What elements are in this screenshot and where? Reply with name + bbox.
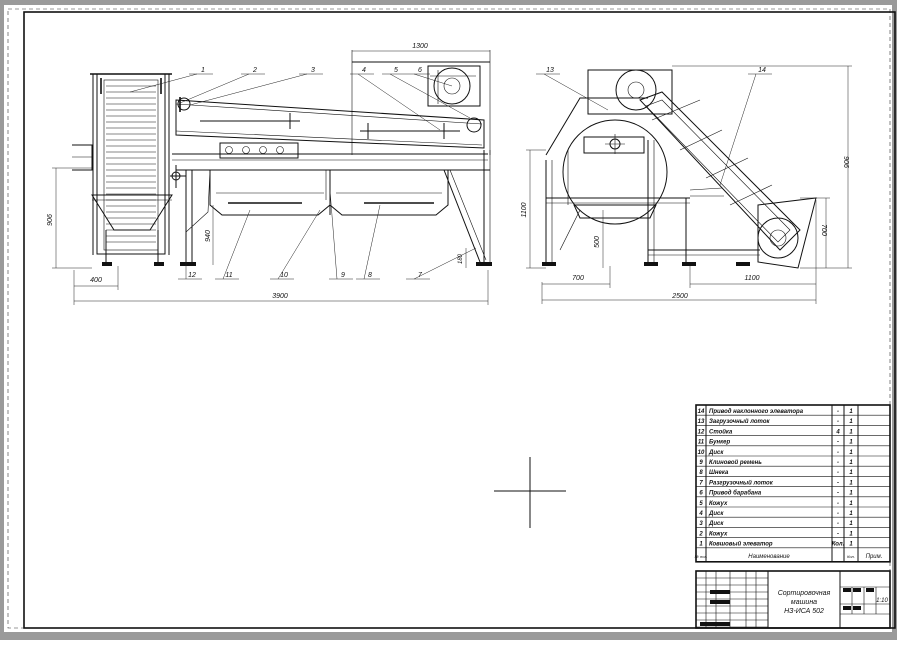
spec-cell-doc: - <box>837 480 839 486</box>
dim-1100-bottom: 1100 <box>744 275 759 282</box>
spec-cell-name: Бункер <box>709 440 731 446</box>
spec-cell-doc: - <box>837 450 839 456</box>
callout-number-left: 12 <box>188 272 196 279</box>
callout-number-left: 10 <box>280 272 288 279</box>
dim-3900: 3900 <box>272 293 288 300</box>
title-line-3: НЗ-ИСА 502 <box>784 608 824 615</box>
dim-500: 500 <box>594 236 601 248</box>
callout-number-left: 11 <box>225 272 232 279</box>
spec-cell-doc: Кол. <box>832 542 845 548</box>
callout-number-right: 14 <box>758 67 766 74</box>
spec-header-pos: № поз. <box>695 554 708 559</box>
page-left-band <box>0 0 4 640</box>
spec-cell-pos: 10 <box>698 450 705 456</box>
spec-cell-doc: - <box>837 409 839 415</box>
dim-1100-left: 1100 <box>521 202 528 217</box>
spec-cell-doc: - <box>837 501 839 507</box>
scale-label: 1:10 <box>876 598 888 604</box>
drawing-sheet: 1300 906 940 180 400 3900 1100 500 700 1… <box>0 0 897 640</box>
spec-cell-pos: 4 <box>698 511 703 517</box>
dim-180: 180 <box>458 253 464 264</box>
spec-cell-name: Диск <box>708 450 724 456</box>
spec-cell-name: Кожух <box>709 501 728 507</box>
spec-cell-doc: - <box>837 470 839 476</box>
dim-906-right: 906 <box>842 156 849 168</box>
spec-cell-doc: - <box>837 491 839 497</box>
dim-1300: 1300 <box>412 43 428 50</box>
page-top-band <box>0 0 897 5</box>
spec-cell-name: Разгрузочный лоток <box>709 479 774 486</box>
spec-cell-name: Диск <box>708 521 724 527</box>
spec-cell-name: Стойка <box>709 428 733 435</box>
spec-cell-name: Кожух <box>709 531 728 537</box>
callout-number-right: 13 <box>546 67 554 74</box>
spec-header-name: Наименование <box>748 554 790 560</box>
dim-700: 700 <box>572 275 584 282</box>
callout-number-left: 5 <box>394 67 398 74</box>
spec-cell-doc: - <box>837 419 839 425</box>
title-line-2: машина <box>791 599 817 606</box>
callout-number-left: 3 <box>311 67 315 74</box>
spec-header-note: Прим. <box>866 554 883 560</box>
spec-cell-name: Диск <box>708 511 724 517</box>
spec-cell-pos: 11 <box>698 440 705 446</box>
title-line-1: Сортировочная <box>778 590 831 597</box>
callout-number-left: 4 <box>362 67 366 74</box>
dim-700-vertical: 700 <box>820 224 827 236</box>
callout-number-left: 2 <box>252 67 257 74</box>
dim-400: 400 <box>90 277 102 284</box>
spec-cell-name: Привод наклонного элеватора <box>709 409 804 415</box>
spec-cell-doc: - <box>837 440 839 446</box>
callout-number-left: 9 <box>341 272 345 279</box>
spec-cell-doc: - <box>837 531 839 537</box>
page-bottom-band <box>0 632 897 640</box>
callout-number-left: 1 <box>201 67 205 74</box>
spec-cell-pos: 13 <box>698 419 705 425</box>
spec-cell-doc: - <box>837 521 839 527</box>
spec-cell-name: Клиновой ремень <box>709 459 762 466</box>
spec-cell-pos: 12 <box>698 429 705 435</box>
spec-cell-pos: 2 <box>698 531 703 537</box>
spec-cell-name: Привод барабана <box>709 490 762 497</box>
spec-cell-doc: - <box>837 511 839 517</box>
dim-940: 940 <box>205 230 212 242</box>
spec-cell-name: Шнека <box>709 470 729 476</box>
dim-906-left: 906 <box>47 214 54 226</box>
spec-cell-doc: 4 <box>835 429 840 435</box>
spec-header-qty: Кол. <box>847 554 855 559</box>
engineering-drawing: 1300 906 940 180 400 3900 1100 500 700 1… <box>0 0 897 640</box>
spec-cell-pos: 14 <box>698 409 705 415</box>
spec-cell-name: Загрузочный лоток <box>709 418 770 425</box>
spec-cell-doc: - <box>837 460 839 466</box>
callout-number-left: 6 <box>418 67 422 74</box>
spec-cell-name: Ковшовый элеватор <box>709 541 773 548</box>
callout-number-left: 8 <box>368 272 372 279</box>
dim-2500: 2500 <box>671 293 688 300</box>
